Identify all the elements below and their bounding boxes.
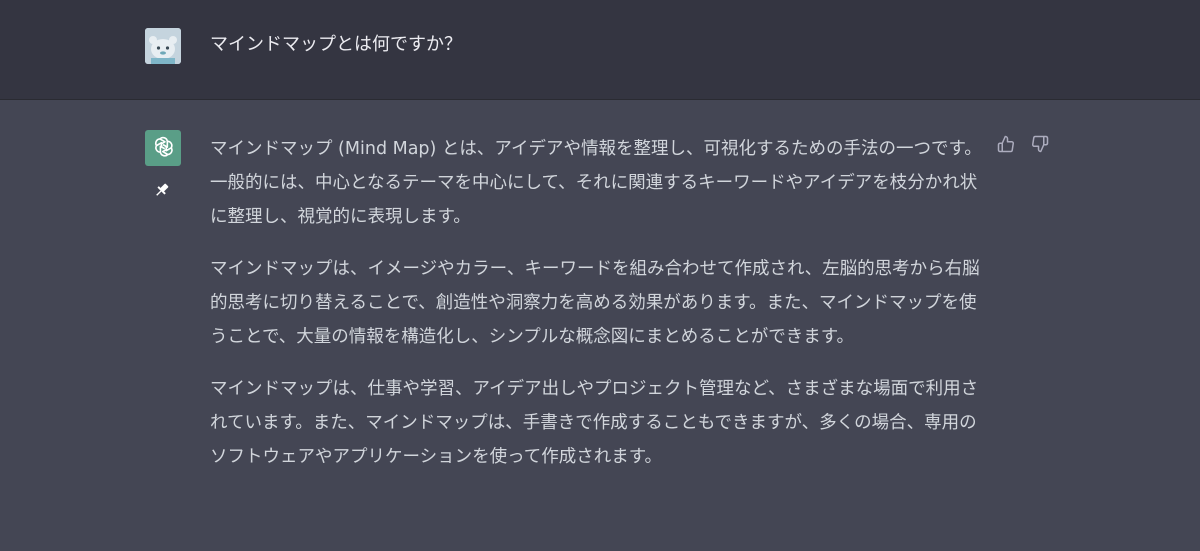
thumbs-down-button[interactable]	[1030, 134, 1050, 154]
assistant-message-row: マインドマップ (Mind Map) とは、アイデアや情報を整理し、可視化するた…	[0, 100, 1200, 551]
answer-paragraph-3: マインドマップは、仕事や学習、アイデア出しやプロジェクト管理など、さまざまな場面…	[210, 379, 979, 467]
user-message-text: マインドマップとは何ですか？	[210, 34, 462, 55]
thumbs-up-button[interactable]	[996, 134, 1016, 154]
answer-paragraph-2: マインドマップは、イメージやカラー、キーワードを組み合わせて作成され、左脳的思考…	[210, 259, 980, 347]
user-avatar-icon	[145, 28, 181, 64]
user-message-row: マインドマップとは何ですか？	[0, 0, 1200, 100]
pin-icon[interactable]	[152, 180, 172, 200]
thumbs-up-icon	[997, 135, 1014, 153]
thumbs-down-icon	[1032, 135, 1049, 153]
assistant-avatar	[145, 130, 181, 166]
user-avatar	[145, 28, 181, 64]
answer-paragraph-1: マインドマップ (Mind Map) とは、アイデアや情報を整理し、可視化するた…	[210, 139, 982, 227]
openai-logo-icon	[155, 136, 173, 157]
assistant-message-text: マインドマップ (Mind Map) とは、アイデアや情報を整理し、可視化するた…	[210, 132, 985, 492]
